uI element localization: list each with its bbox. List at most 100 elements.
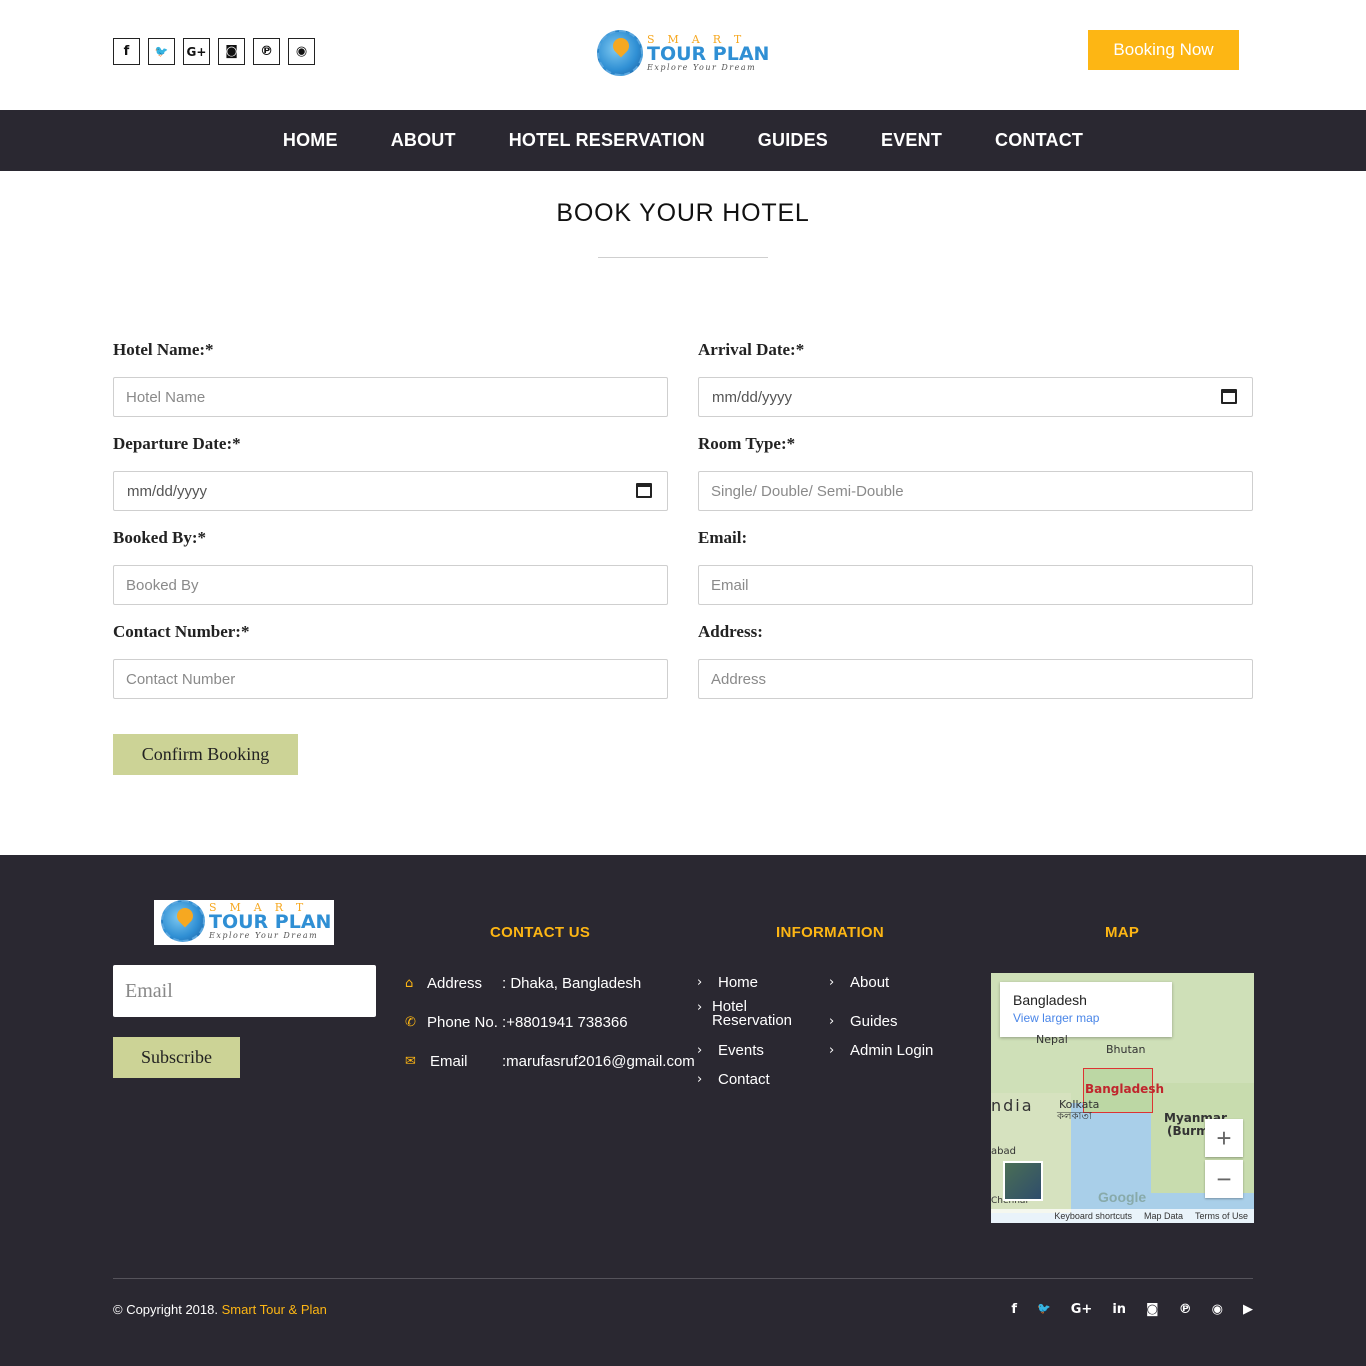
address-value: : Dhaka, Bangladesh — [502, 975, 642, 992]
main-nav: HOME ABOUT HOTEL RESERVATION GUIDES EVEN… — [0, 110, 1366, 171]
map-label-kolkata-local: কলকাতা — [1057, 1111, 1092, 1122]
google-plus-icon[interactable]: G+ — [1071, 1302, 1093, 1317]
nav-contact[interactable]: CONTACT — [995, 130, 1083, 151]
map-label-burma: (Burm — [1167, 1124, 1209, 1138]
home-icon: ⌂ — [405, 976, 414, 991]
footer-link-contact[interactable]: › Contact — [697, 1071, 770, 1088]
instagram-icon[interactable]: ◙ — [1146, 1302, 1159, 1317]
chevron-right-icon: › — [697, 1072, 703, 1087]
booked-by-input[interactable] — [113, 565, 668, 605]
instagram-icon[interactable]: ◙ — [218, 38, 245, 65]
contact-number-input[interactable] — [113, 659, 668, 699]
departure-date-value: mm/dd/yyyy — [127, 482, 208, 500]
terms-of-use-link[interactable]: Terms of Use — [1195, 1211, 1248, 1221]
hotel-name-input[interactable] — [113, 377, 668, 417]
logo-main-text: TOUR PLAN — [647, 43, 770, 65]
confirm-booking-button[interactable]: Confirm Booking — [113, 734, 298, 775]
view-larger-map-link[interactable]: View larger map — [1013, 1011, 1159, 1025]
booking-now-button[interactable]: Booking Now — [1088, 30, 1239, 70]
phone-label: Phone No. : — [427, 1014, 507, 1031]
site-logo[interactable]: SMART TOUR PLAN Explore Your Dream — [597, 30, 769, 76]
map-label-india: ndia — [991, 1096, 1034, 1115]
pinterest-icon[interactable]: ℗ — [253, 38, 280, 65]
globe-icon — [161, 900, 205, 942]
phone-value: +8801941 738366 — [506, 1014, 628, 1031]
nav-guides[interactable]: GUIDES — [758, 130, 828, 151]
room-type-input[interactable] — [698, 471, 1253, 511]
facebook-icon[interactable]: f — [1011, 1302, 1017, 1317]
map-label-bhutan: Bhutan — [1106, 1043, 1146, 1056]
map-label-bangladesh: Bangladesh — [1085, 1082, 1165, 1096]
logo-tagline: Explore Your Dream — [209, 931, 319, 940]
linkedin-icon[interactable]: in — [1112, 1302, 1126, 1317]
hotel-name-label: Hotel Name:* — [113, 340, 214, 359]
nav-home[interactable]: HOME — [283, 130, 338, 151]
top-header: f 🐦 G+ ◙ ℗ ◉ SMART TOUR PLAN Explore You… — [0, 0, 1366, 110]
contact-us-heading: CONTACT US — [490, 924, 591, 941]
footer-link-home[interactable]: › Home — [697, 974, 758, 991]
facebook-icon[interactable]: f — [113, 38, 140, 65]
email-value[interactable]: :marufasruf2016@gmail.com — [502, 1053, 695, 1070]
chevron-right-icon: › — [829, 975, 835, 990]
room-type-label: Room Type:* — [698, 434, 796, 453]
copyright-brand-link[interactable]: Smart Tour & Plan — [222, 1302, 327, 1317]
subscribe-email-input[interactable] — [113, 965, 376, 1017]
chevron-right-icon: › — [697, 975, 703, 990]
nav-about[interactable]: ABOUT — [391, 130, 456, 151]
page-title: BOOK YOUR HOTEL — [556, 199, 810, 227]
email-label: Email: — [698, 528, 748, 547]
map-place-title: Bangladesh — [1013, 992, 1087, 1008]
booked-by-label: Booked By:* — [113, 528, 207, 547]
footer-social-links: f 🐦 G+ in ◙ ℗ ◉ ▶ — [1011, 1302, 1253, 1317]
map-heading: MAP — [1105, 924, 1140, 941]
footer-link-admin-login[interactable]: › Admin Login — [829, 1042, 933, 1059]
youtube-icon[interactable]: ▶ — [1243, 1302, 1253, 1317]
aperture-icon[interactable]: ◉ — [288, 38, 315, 65]
chevron-right-icon: › — [697, 1043, 703, 1058]
footer-link-hotel-reservation[interactable]: › Hotel Reservation — [697, 999, 797, 1028]
zoom-out-button[interactable]: − — [1205, 1160, 1243, 1198]
arrival-date-value: mm/dd/yyyy — [712, 388, 793, 406]
footer-link-guides[interactable]: › Guides — [829, 1013, 898, 1030]
departure-date-input[interactable]: mm/dd/yyyy — [113, 471, 668, 511]
footer-link-events[interactable]: › Events — [697, 1042, 764, 1059]
zoom-in-button[interactable]: + — [1205, 1119, 1243, 1157]
google-plus-icon[interactable]: G+ — [183, 38, 210, 65]
contact-number-label: Contact Number:* — [113, 622, 250, 641]
footer-logo[interactable]: SMART TOUR PLAN Explore Your Dream — [161, 900, 331, 942]
google-logo: Google — [1098, 1189, 1147, 1205]
chevron-right-icon: › — [829, 1043, 835, 1058]
information-heading: INFORMATION — [776, 924, 885, 941]
address-input[interactable] — [698, 659, 1253, 699]
nav-event[interactable]: EVENT — [881, 130, 942, 151]
aperture-icon[interactable]: ◉ — [1212, 1302, 1223, 1317]
phone-icon: ✆ — [405, 1015, 416, 1030]
logo-main-text: TOUR PLAN — [209, 911, 332, 933]
arrival-date-input[interactable]: mm/dd/yyyy — [698, 377, 1253, 417]
nav-hotel-reservation[interactable]: HOTEL RESERVATION — [509, 130, 705, 151]
map-data-link[interactable]: Map Data — [1144, 1211, 1183, 1221]
map-label-abad: abad — [991, 1146, 1016, 1157]
footer-divider — [113, 1278, 1253, 1279]
calendar-icon[interactable] — [636, 483, 652, 498]
calendar-icon[interactable] — [1221, 389, 1237, 404]
address-label: Address: — [698, 622, 763, 641]
keyboard-shortcuts-link[interactable]: Keyboard shortcuts — [1054, 1211, 1132, 1221]
copyright-text: © Copyright 2018. — [113, 1302, 218, 1317]
departure-date-label: Departure Date:* — [113, 434, 241, 453]
contact-email-row: ✉ Email :marufasruf2016@gmail.com — [405, 1053, 695, 1070]
embedded-map[interactable]: Bangladesh View larger map Nepal Bhutan … — [991, 973, 1254, 1223]
globe-icon — [597, 30, 643, 76]
pinterest-icon[interactable]: ℗ — [1179, 1302, 1192, 1317]
twitter-icon[interactable]: 🐦 — [148, 38, 175, 65]
title-divider — [598, 257, 768, 258]
contact-phone-row: ✆ Phone No. : +8801941 738366 — [405, 1014, 628, 1031]
email-input[interactable] — [698, 565, 1253, 605]
address-label: Address — [427, 975, 483, 992]
subscribe-button[interactable]: Subscribe — [113, 1037, 240, 1078]
satellite-toggle[interactable] — [1003, 1161, 1043, 1201]
footer-link-about[interactable]: › About — [829, 974, 889, 991]
twitter-icon[interactable]: 🐦 — [1037, 1302, 1051, 1317]
contact-address-row: ⌂ Address : Dhaka, Bangladesh — [405, 975, 641, 992]
copyright: © Copyright 2018. Smart Tour & Plan — [113, 1302, 327, 1317]
